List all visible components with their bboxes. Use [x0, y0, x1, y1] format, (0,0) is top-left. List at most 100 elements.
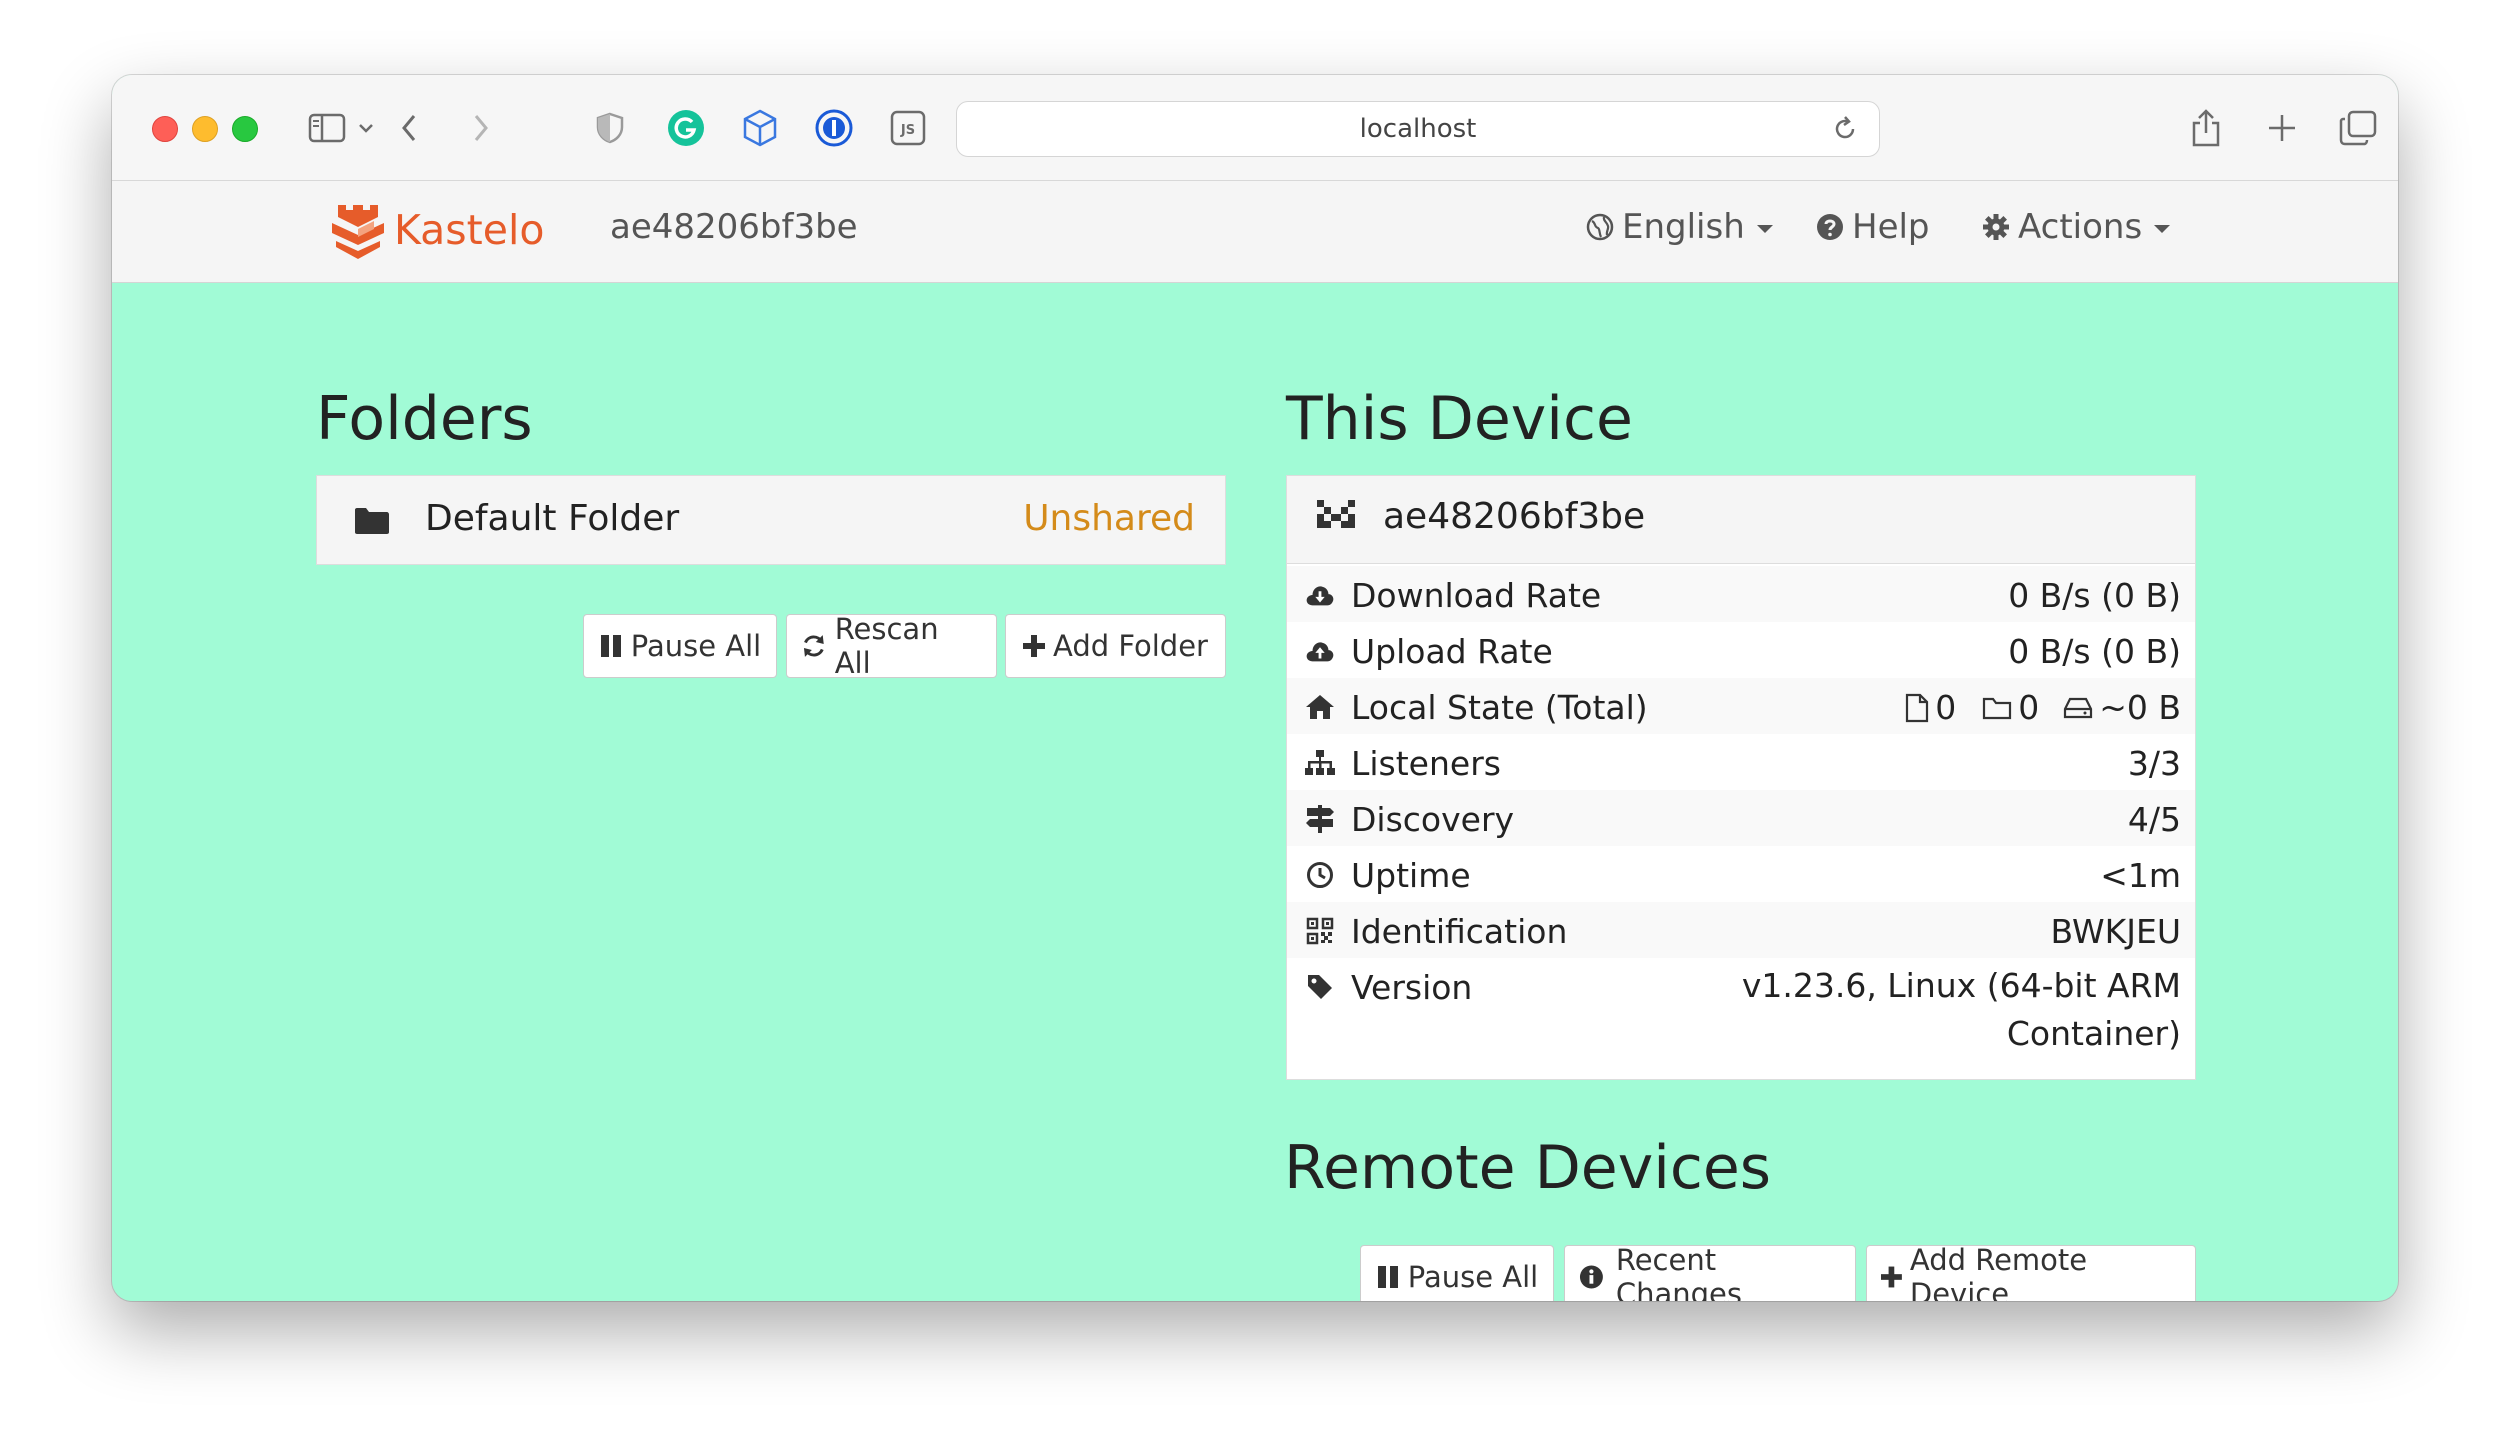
plus-icon	[1023, 635, 1045, 657]
cloud-download-icon	[1305, 580, 1335, 610]
version-value-line-2: Container)	[2006, 1014, 2181, 1053]
listeners-label: Listeners	[1351, 744, 1501, 783]
language-label: English	[1622, 207, 1745, 247]
add-folder-label: Add Folder	[1053, 629, 1208, 663]
url-text: localhost	[1359, 114, 1477, 144]
discovery-value[interactable]: 4/5	[2128, 800, 2181, 839]
file-icon	[1906, 693, 1929, 722]
uptime-label: Uptime	[1351, 856, 1471, 895]
directory-count: 0	[2018, 688, 2040, 727]
actions-menu[interactable]: Actions	[1982, 207, 2171, 247]
listeners-value[interactable]: 3/3	[2128, 744, 2181, 783]
device-identicon	[1317, 500, 1355, 538]
this-device-name: ae48206bf3be	[1383, 496, 1646, 537]
pause-icon	[600, 635, 621, 657]
pause-all-devices-label: Pause All	[1407, 1260, 1539, 1294]
caret-down-icon	[1756, 225, 1773, 233]
app-navbar: Kastelo ae48206bf3be English Help Action…	[112, 181, 2398, 283]
clock-icon	[1305, 860, 1335, 890]
folders-heading: Folders	[316, 384, 533, 454]
discovery-row: Discovery 4/5	[1287, 790, 2195, 846]
language-menu[interactable]: English	[1586, 207, 1773, 247]
javascript-extension-icon[interactable]: JS	[888, 105, 928, 151]
discovery-label: Discovery	[1351, 800, 1515, 839]
identification-value[interactable]: BWKJEU	[2051, 912, 2181, 951]
share-icon[interactable]	[2186, 105, 2226, 151]
tag-icon	[1305, 972, 1335, 1002]
pause-all-label: Pause All	[630, 629, 762, 663]
download-rate-row: Download Rate 0 B/s (0 B)	[1287, 566, 2195, 622]
signpost-icon	[1305, 804, 1335, 834]
add-remote-device-label: Add Remote Device	[1909, 1243, 2088, 1301]
browser-toolbar: JS localhost	[112, 75, 2398, 181]
uptime-value: <1m	[2100, 856, 2181, 895]
this-device-panel-header[interactable]: ae48206bf3be	[1287, 476, 2195, 564]
address-bar[interactable]: localhost	[956, 101, 1880, 157]
brand-name: Kastelo	[394, 206, 545, 254]
privacy-shield-icon[interactable]	[592, 105, 628, 151]
file-count: 0	[1935, 688, 1957, 727]
version-row: Version v1.23.6, Linux (64-bit ARM Conta…	[1287, 958, 2195, 1068]
remote-devices-heading: Remote Devices	[1284, 1133, 1772, 1203]
pause-all-devices-button[interactable]: Pause All	[1360, 1245, 1554, 1301]
download-rate-value: 0 B/s (0 B)	[2008, 576, 2181, 615]
kastelo-logo-icon	[332, 205, 384, 259]
sidebar-toggle-icon[interactable]	[304, 105, 350, 151]
chevron-down-icon[interactable]	[354, 105, 378, 151]
total-size: ~0 B	[2099, 688, 2181, 727]
minimize-window-button[interactable]	[192, 116, 218, 142]
refresh-icon	[803, 635, 824, 657]
upload-rate-label: Upload Rate	[1351, 632, 1553, 671]
rescan-all-label: Rescan All	[834, 612, 939, 680]
navbar-device-name: ae48206bf3be	[610, 207, 858, 247]
local-state-label: Local State (Total)	[1351, 688, 1648, 727]
recent-changes-label: Recent Changes	[1615, 1243, 1742, 1301]
version-label: Version	[1351, 968, 1473, 1007]
zoom-window-button[interactable]	[232, 116, 258, 142]
folder-name: Default Folder	[425, 498, 680, 539]
forward-arrow-icon[interactable]	[464, 105, 498, 151]
tab-overview-icon[interactable]	[2338, 105, 2378, 151]
svg-text:JS: JS	[900, 123, 915, 138]
gear-icon	[1983, 214, 2009, 240]
reload-icon[interactable]	[1831, 115, 1859, 147]
question-circle-icon	[1817, 214, 1843, 240]
browser-window: JS localhost Kastelo ae48206bf3be Englis…	[112, 75, 2398, 1301]
this-device-panel: ae48206bf3be Download Rate 0 B/s (0 B) U…	[1286, 475, 2196, 1080]
recent-changes-button[interactable]: Recent Changes	[1564, 1243, 1856, 1301]
rescan-all-button[interactable]: Rescan All	[786, 612, 997, 680]
local-state-row: Local State (Total) 0 0 ~0 B	[1287, 678, 2195, 734]
add-remote-device-button[interactable]: Add Remote Device	[1866, 1243, 2196, 1301]
sitemap-icon	[1305, 748, 1335, 778]
info-circle-icon	[1579, 1265, 1603, 1289]
brand-logo[interactable]: Kastelo	[328, 199, 544, 261]
upload-rate-value: 0 B/s (0 B)	[2008, 632, 2181, 671]
cloud-upload-icon	[1305, 636, 1335, 666]
this-device-heading: This Device	[1286, 384, 1633, 454]
password-manager-icon[interactable]	[814, 105, 854, 151]
globe-icon	[1586, 213, 1614, 241]
pause-all-folders-button[interactable]: Pause All	[583, 614, 777, 678]
identification-row: Identification BWKJEU	[1287, 902, 2195, 958]
new-tab-plus-icon[interactable]	[2262, 105, 2302, 151]
qrcode-icon	[1305, 916, 1335, 946]
folder-outline-icon	[1983, 697, 2012, 719]
cube-extension-icon[interactable]	[740, 105, 780, 151]
add-folder-button[interactable]: Add Folder	[1005, 614, 1226, 678]
folder-status-badge: Unshared	[1023, 498, 1195, 539]
close-window-button[interactable]	[152, 116, 178, 142]
folder-icon	[353, 506, 391, 540]
grammarly-extension-icon[interactable]	[666, 105, 706, 151]
help-link[interactable]: Help	[1816, 207, 1930, 247]
folder-panel-default[interactable]: Default Folder Unshared	[316, 475, 1226, 565]
version-value-line-1: v1.23.6, Linux (64-bit ARM	[1741, 966, 2181, 1005]
pause-icon	[1377, 1266, 1398, 1288]
uptime-row: Uptime <1m	[1287, 846, 2195, 902]
home-icon	[1305, 692, 1335, 722]
hard-drive-icon	[2064, 697, 2093, 718]
local-state-value: 0 0 ~0 B	[1905, 688, 2181, 727]
back-arrow-icon[interactable]	[392, 105, 426, 151]
help-label: Help	[1852, 207, 1930, 247]
download-rate-label: Download Rate	[1351, 576, 1602, 615]
caret-down-icon	[2154, 225, 2171, 233]
